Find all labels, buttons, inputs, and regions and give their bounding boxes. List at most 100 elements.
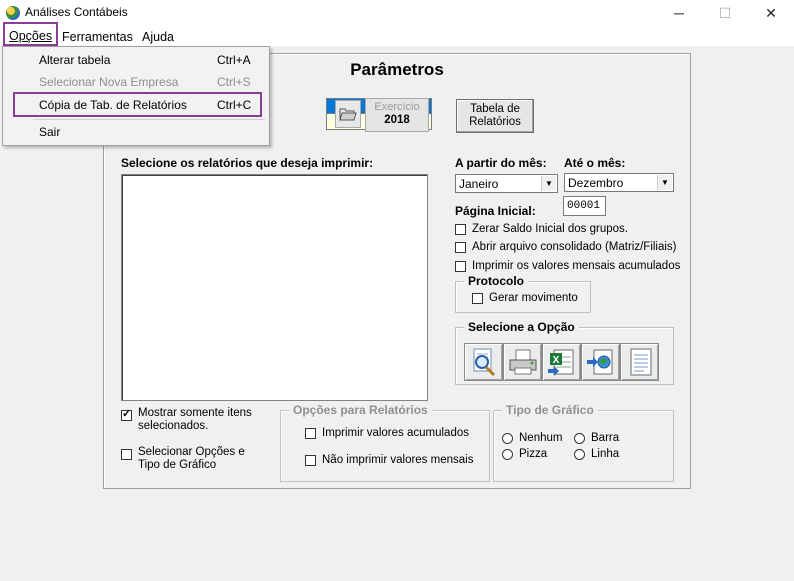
web-export-button[interactable] [581,343,620,381]
tabela-button-line1: Tabela de [470,103,520,115]
preview-magnifier-icon [473,348,495,377]
valores-acumulados-option[interactable]: Imprimir valores acumulados [305,427,469,439]
grafico-nenhum-radio[interactable] [502,432,513,444]
mostrar-selecionados-checkbox[interactable] [121,408,132,421]
grafico-barra-option[interactable]: Barra [574,432,619,444]
abrir-consolidado-label: Abrir arquivo consolidado (Matriz/Filiai… [472,241,677,253]
menu-item-shortcut: Ctrl+C [217,98,252,112]
grafico-linha-label: Linha [591,448,620,460]
open-folder-button[interactable] [335,100,361,128]
chevron-down-icon[interactable]: ▼ [541,176,556,191]
close-button[interactable]: ✕ [748,0,794,26]
svg-text:X: X [552,355,559,366]
exercicio-label: Exercício [374,101,420,113]
selecionar-opcoes-label: Selecionar Opções e Tipo de Gráfico [138,446,245,471]
menu-item-alterar-tabela[interactable]: Alterar tabela Ctrl+A [3,49,269,71]
imprimir-acumulados-checkbox[interactable] [455,260,466,272]
tabela-button-line2: Relatórios [469,116,521,128]
tipo-grafico-legend: Tipo de Gráfico [502,403,598,417]
menu-item-selecionar-empresa: Selecionar Nova Empresa Ctrl+S [3,71,269,93]
valores-acumulados-label: Imprimir valores acumulados [322,427,469,439]
relatorios-label: Selecione os relatórios que deseja impri… [121,156,374,170]
opcoes-relatorios-legend: Opções para Relatórios [289,403,432,417]
tipo-grafico-group: Tipo de Gráfico Nenhum Barra Pizza Linha [493,403,674,482]
text-export-button[interactable] [620,343,659,381]
exercicio-box: Exercício 2018 [365,98,429,132]
imprimir-acumulados-label: Imprimir os valores mensais acumulados [472,260,681,272]
a-partir-label: A partir do mês: [455,156,547,170]
opcoes-dropdown-menu: Alterar tabela Ctrl+A Selecionar Nova Em… [2,46,270,146]
printer-icon [509,349,536,375]
menu-ferramentas-label: Ferramentas [62,30,133,44]
gerar-movimento-option[interactable]: Gerar movimento [472,292,578,304]
nao-imprimir-mensais-option[interactable]: Não imprimir valores mensais [305,454,473,466]
abrir-consolidado-checkbox[interactable] [455,241,466,253]
menu-item-shortcut: Ctrl+A [217,53,251,67]
ate-value: Dezembro [568,176,624,190]
relatorios-list[interactable] [121,174,428,401]
maximize-button[interactable]: ☐ [702,0,748,26]
gerar-movimento-label: Gerar movimento [489,292,578,304]
exercicio-value: 2018 [384,114,410,126]
text-document-icon [630,348,651,376]
ate-label: Até o mês: [564,156,626,170]
opcoes-relatorios-group: Opções para Relatórios Imprimir valores … [280,403,490,482]
a-partir-select[interactable]: Janeiro ▼ [455,174,558,193]
gerar-movimento-checkbox[interactable] [472,292,483,304]
chevron-down-icon[interactable]: ▼ [657,175,672,190]
grafico-barra-label: Barra [591,432,620,444]
menu-item-sair[interactable]: Sair [3,121,269,143]
valores-acumulados-checkbox[interactable] [305,427,316,439]
preview-button[interactable] [464,343,503,381]
selecionar-opcoes-checkbox[interactable] [121,449,132,460]
mostrar-selecionados-label: Mostrar somente itens selecionados. [138,407,252,432]
title-bar: Análises Contábeis ─ ☐ ✕ [0,0,794,26]
menu-item-label: Selecionar Nova Empresa [39,75,179,89]
menu-separator [33,119,265,120]
grafico-linha-option[interactable]: Linha [574,448,619,460]
nao-imprimir-mensais-label: Não imprimir valores mensais [322,454,474,466]
menu-opcoes[interactable]: Opções [3,22,59,46]
menu-item-label: Alterar tabela [39,53,111,67]
selecionar-opcoes-option[interactable]: Selecionar Opções e Tipo de Gráfico [121,446,261,472]
grafico-pizza-radio[interactable] [502,448,513,460]
menu-item-label: Sair [39,125,61,139]
minimize-button[interactable]: ─ [656,0,702,26]
protocolo-group: Protocolo Gerar movimento [455,274,591,313]
grafico-pizza-option[interactable]: Pizza [502,448,547,460]
abrir-consolidado-option[interactable]: Abrir arquivo consolidado (Matriz/Filiai… [455,241,677,253]
window-title: Análises Contábeis [25,5,128,19]
web-export-icon [586,349,612,375]
menu-ferramentas[interactable]: Ferramentas [57,28,138,48]
mostrar-selecionados-option[interactable]: Mostrar somente itens selecionados. [121,407,261,433]
open-folder-icon [339,108,357,121]
imprimir-acumulados-option[interactable]: Imprimir os valores mensais acumulados [455,260,680,272]
ate-select[interactable]: Dezembro ▼ [564,173,674,192]
nao-imprimir-mensais-checkbox[interactable] [305,454,316,466]
pagina-inicial-label: Página Inicial: [455,204,536,218]
menu-ajuda[interactable]: Ajuda [137,28,179,48]
output-toolbar: X [464,343,659,381]
menu-item-label: Cópia de Tab. de Relatórios [39,98,187,112]
menu-item-copia-tab-relatorios[interactable]: Cópia de Tab. de Relatórios Ctrl+C [13,92,262,117]
zerar-saldo-label: Zerar Saldo Inicial dos grupos. [472,223,628,235]
grafico-pizza-label: Pizza [519,448,548,460]
tabela-de-relatorios-button[interactable]: Tabela de Relatórios [456,99,534,133]
pagina-inicial-input[interactable]: 00001 [563,196,606,216]
selecione-opcao-group: Selecione a Opção X [455,320,674,385]
a-partir-value: Janeiro [459,177,499,191]
menu-opcoes-label: Opções [9,29,53,43]
grafico-nenhum-option[interactable]: Nenhum [502,432,562,444]
excel-export-icon: X [547,349,573,376]
selecione-opcao-legend: Selecione a Opção [464,320,579,334]
app-icon [6,6,20,20]
excel-export-button[interactable]: X [542,343,581,381]
print-button[interactable] [503,343,542,381]
menu-item-shortcut: Ctrl+S [217,75,251,89]
zerar-saldo-checkbox[interactable] [455,223,466,235]
protocolo-legend: Protocolo [464,274,528,288]
menu-ajuda-label: Ajuda [142,30,174,44]
grafico-barra-radio[interactable] [574,432,585,444]
grafico-linha-radio[interactable] [574,448,585,460]
zerar-saldo-option[interactable]: Zerar Saldo Inicial dos grupos. [455,223,628,235]
